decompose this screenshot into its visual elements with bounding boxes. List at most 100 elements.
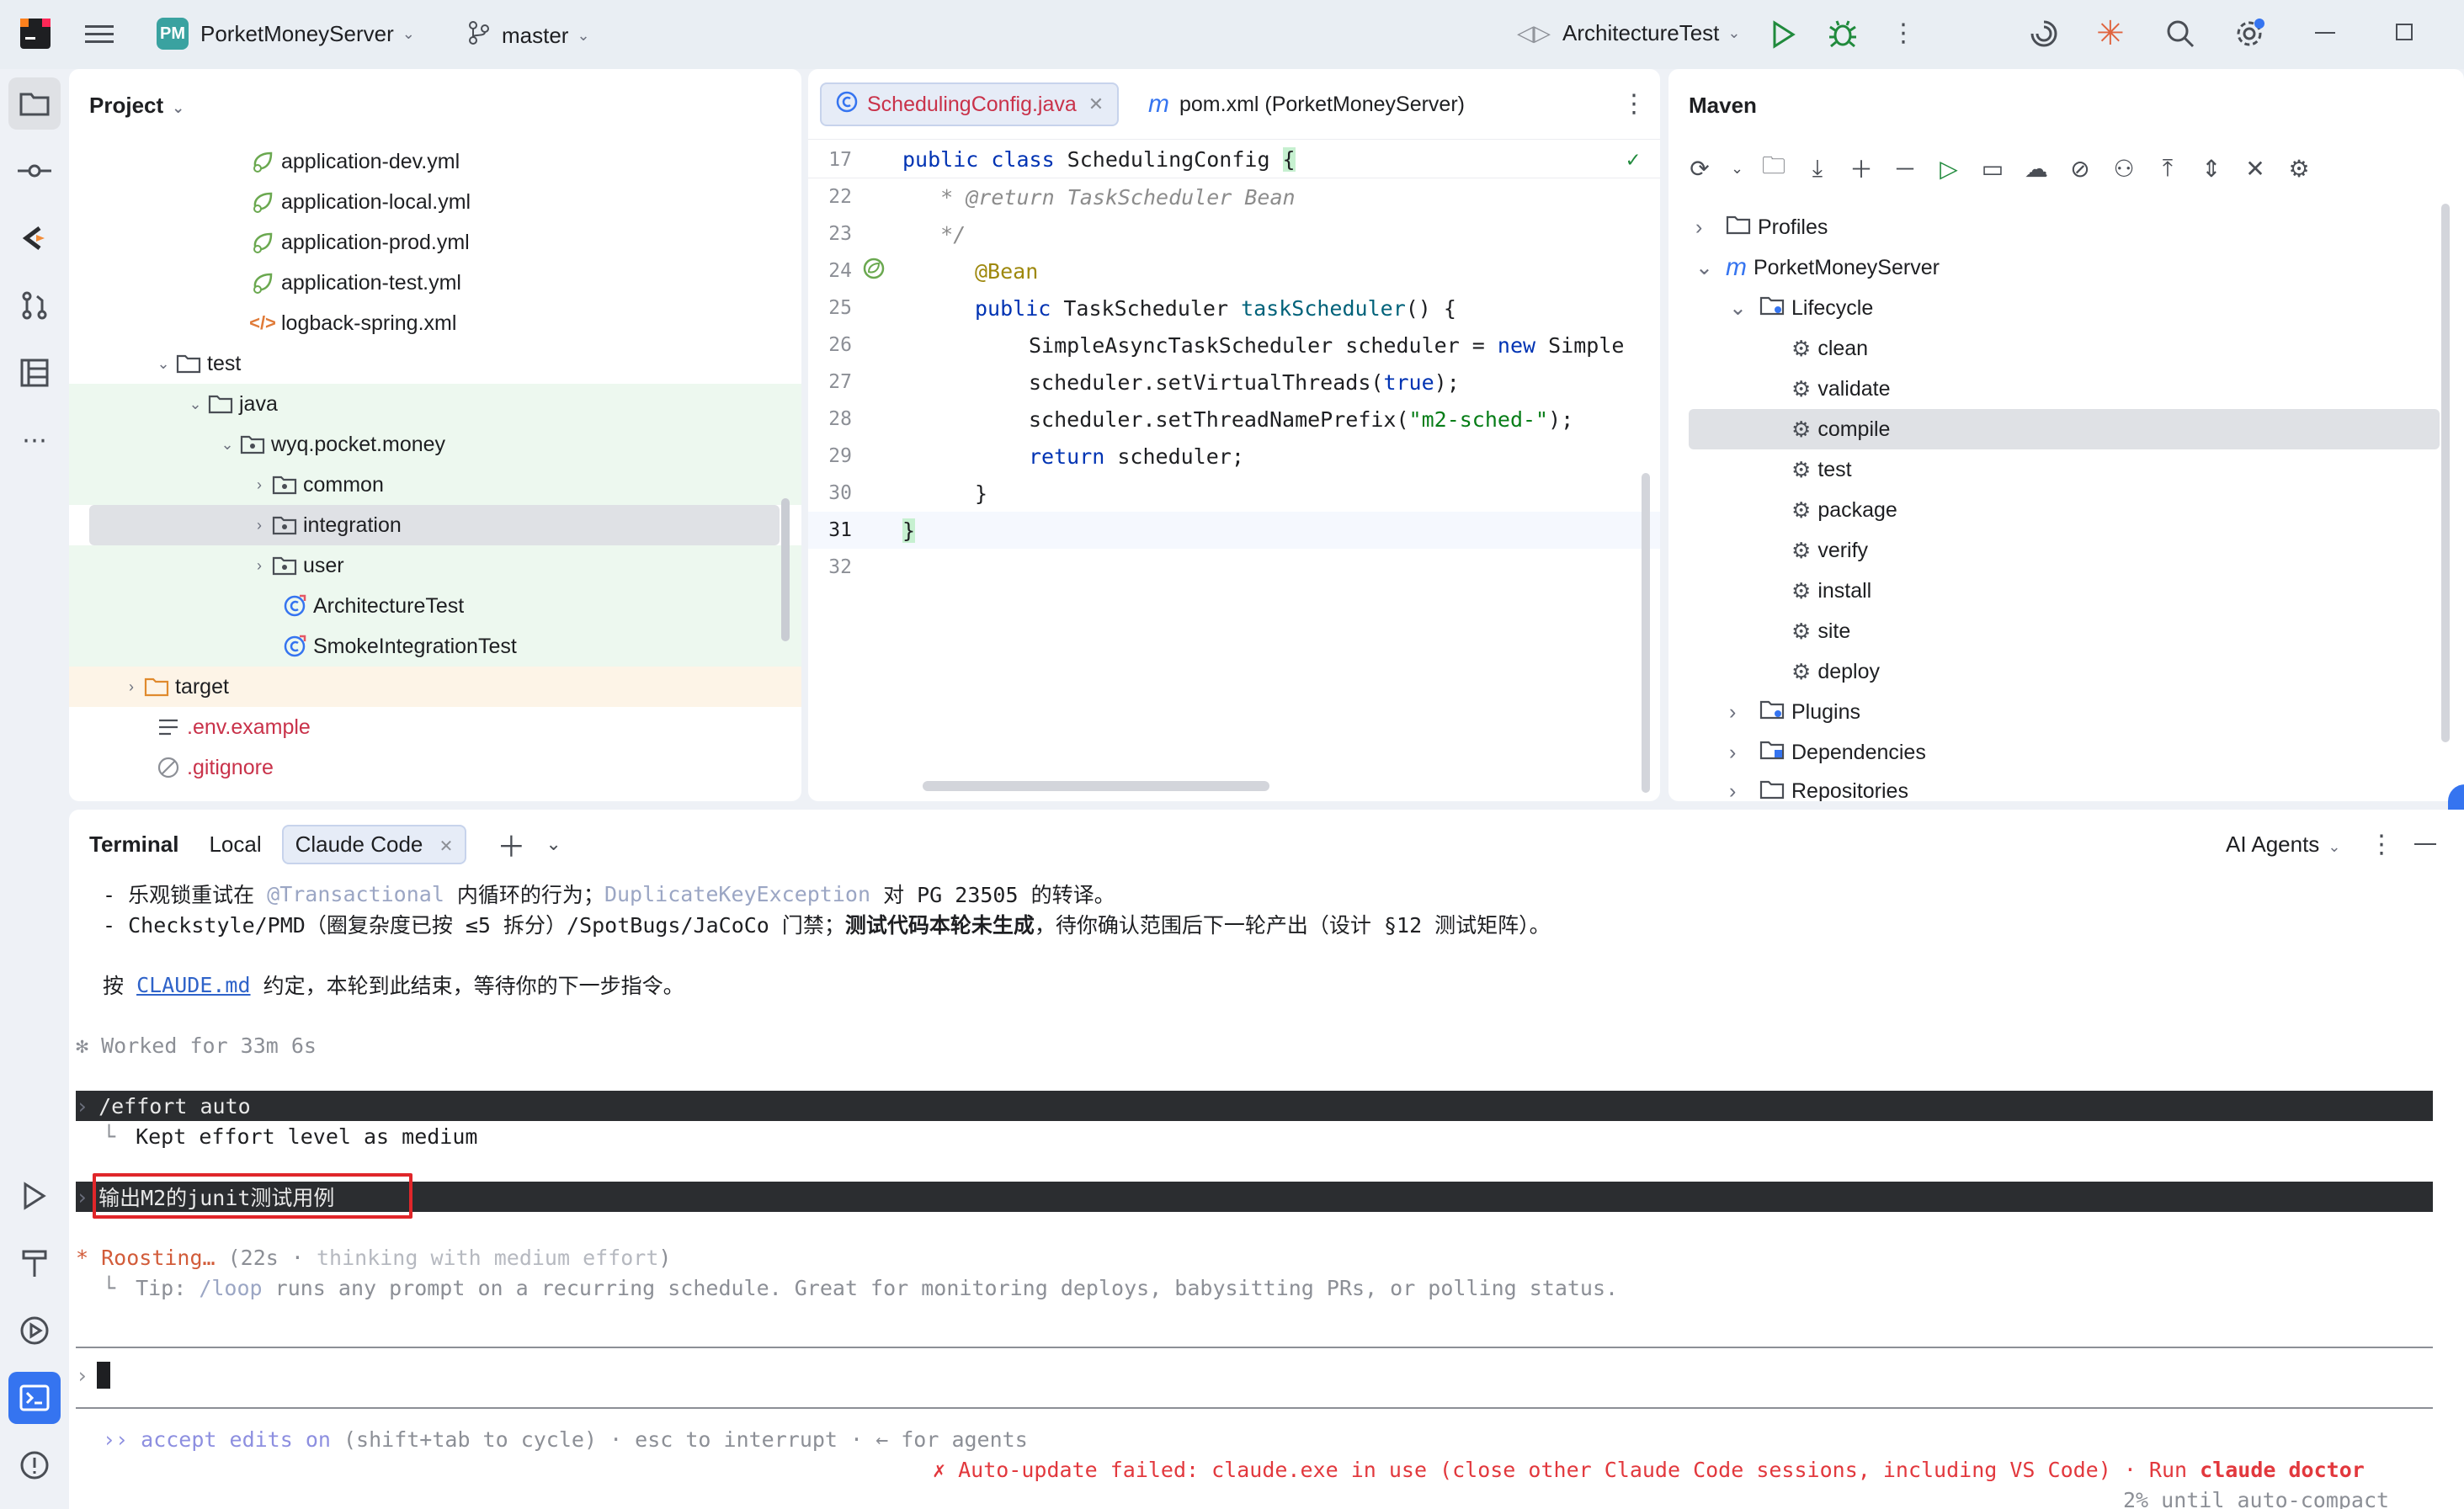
close-icon[interactable]: ✕ — [439, 837, 454, 856]
chevron-right-icon[interactable]: › — [249, 557, 269, 575]
maven-settings-icon[interactable]: ⚙ — [2286, 155, 2312, 183]
offline-mode-icon[interactable]: ☁ — [2024, 155, 2049, 183]
claude-icon[interactable]: ✳ — [2096, 17, 2125, 50]
hide-panel-icon[interactable] — [2414, 843, 2436, 845]
commit-tool-icon[interactable] — [8, 145, 61, 197]
collapse-to-top-icon[interactable]: ⤒ — [2155, 155, 2180, 183]
problems-tool-icon[interactable] — [8, 1439, 61, 1491]
maven-tree-item[interactable]: › Dependencies — [1668, 732, 2464, 773]
maven-goal-verify[interactable]: ⚙ verify — [1668, 530, 2464, 571]
maven-tree-item[interactable]: ⌄ Lifecycle — [1668, 288, 2464, 328]
editor-horizontal-scrollbar[interactable] — [923, 781, 1269, 791]
tab-claude-code[interactable]: Claude Code ✕ — [281, 824, 467, 864]
prompt-input[interactable]: › — [76, 1360, 111, 1390]
maven-goal-site[interactable]: ⚙ site — [1668, 611, 2464, 651]
project-tool-icon[interactable] — [8, 77, 61, 130]
maven-goal-package[interactable]: ⚙ package — [1668, 490, 2464, 530]
chevron-down-icon[interactable]: ⌄ — [1731, 160, 1743, 178]
tab-scheduling-config[interactable]: SchedulingConfig.java ✕ — [820, 82, 1120, 126]
skip-tests-icon[interactable]: ⊘ — [2068, 155, 2093, 183]
maven-goal-test[interactable]: ⚙ test — [1668, 449, 2464, 490]
main-menu-button[interactable] — [81, 19, 118, 50]
debug-button[interactable] — [1828, 19, 1857, 53]
more-actions-icon[interactable]: ⋮ — [1891, 19, 1916, 48]
claude-md-link[interactable]: CLAUDE.md — [136, 973, 250, 997]
chevron-right-icon[interactable]: › — [1729, 741, 1751, 765]
tab-pom-xml[interactable]: m pom.xml (PorketMoneyServer) — [1135, 82, 1478, 126]
spring-bean-icon[interactable] — [862, 257, 886, 285]
expand-all-icon[interactable]: ⇕ — [2199, 155, 2224, 183]
chevron-right-icon[interactable]: › — [249, 517, 269, 534]
run-tool-icon[interactable] — [8, 1170, 61, 1222]
tree-item[interactable]: ArchitectureTest — [69, 586, 801, 626]
project-switcher[interactable]: PM PorketMoneyServer ⌄ — [157, 18, 415, 50]
chevron-right-icon[interactable]: › — [1729, 700, 1751, 725]
maven-goal-compile[interactable]: ⚙ compile — [1689, 409, 2440, 449]
tree-item[interactable]: .gitignore — [69, 747, 801, 788]
chevron-down-icon[interactable]: ⌄ — [1729, 295, 1751, 321]
tree-item[interactable]: › user — [69, 545, 801, 586]
maven-tree-item[interactable]: › Repositories — [1668, 773, 2464, 801]
tree-item[interactable]: </> logback-spring.xml — [69, 303, 801, 343]
maven-goal-clean[interactable]: ⚙ clean — [1668, 328, 2464, 369]
chevron-down-icon[interactable]: ⌄ — [217, 436, 237, 454]
terminal-tool-icon[interactable] — [8, 1372, 61, 1424]
download-icon[interactable]: ⤓ — [1805, 155, 1830, 183]
maven-scrollbar[interactable] — [2441, 204, 2450, 742]
settings-icon[interactable] — [2233, 17, 2266, 55]
editor-vertical-scrollbar[interactable] — [1642, 473, 1650, 793]
run-config-selector[interactable]: ◁▷ ArchitectureTest ⌄ — [1517, 20, 1741, 46]
app-logo-icon[interactable] — [20, 19, 51, 49]
tab-local[interactable]: Local — [209, 832, 261, 858]
run-maven-icon[interactable]: ▷ — [1936, 155, 1961, 183]
pull-requests-icon[interactable] — [8, 279, 61, 332]
maven-tree-item[interactable]: › Profiles — [1668, 207, 2464, 247]
chevron-right-icon[interactable]: › — [249, 476, 269, 494]
ai-agents-dropdown[interactable]: AI Agents ⌄ — [2226, 832, 2340, 858]
tree-item[interactable]: ⌄ java — [69, 384, 801, 424]
maven-tree-item[interactable]: › Plugins — [1668, 692, 2464, 732]
search-icon[interactable] — [2165, 19, 2195, 53]
tree-item[interactable]: .env.example — [69, 707, 801, 747]
tree-item[interactable]: application-dev.yml — [69, 141, 801, 182]
minimize-window-button[interactable] — [2315, 32, 2335, 34]
close-icon[interactable]: ✕ — [1088, 93, 1104, 115]
tree-item[interactable]: ⌄ wyq.pocket.money — [69, 424, 801, 465]
build-tool-icon[interactable] — [8, 1237, 61, 1289]
collapse-all-icon[interactable]: ✕ — [2243, 155, 2268, 183]
chevron-right-icon[interactable]: › — [121, 678, 141, 696]
tree-item[interactable]: › integration — [89, 505, 780, 545]
chevron-down-icon[interactable]: ⌄ — [545, 833, 561, 855]
execute-goal-icon[interactable]: ▭ — [1980, 155, 2005, 183]
chevron-down-icon[interactable]: ⌄ — [153, 355, 173, 373]
remove-icon[interactable]: － — [1892, 151, 1918, 185]
ai-assistant-icon[interactable] — [2029, 19, 2059, 53]
add-icon[interactable]: ＋ — [1849, 151, 1874, 185]
tree-item[interactable]: SmokeIntegrationTest — [69, 626, 801, 667]
new-tab-icon[interactable]: ＋ — [497, 824, 525, 865]
claude-tool-icon[interactable] — [8, 212, 61, 264]
editor-more-icon[interactable]: ⋮ — [1621, 89, 1647, 119]
branch-switcher[interactable]: master ⌄ — [468, 20, 590, 51]
services-tool-icon[interactable] — [8, 1304, 61, 1357]
terminal-more-icon[interactable]: ⋮ — [2369, 830, 2394, 859]
tree-item[interactable]: application-local.yml — [69, 182, 801, 222]
tree-item[interactable]: application-test.yml — [69, 263, 801, 303]
chevron-down-icon[interactable]: ⌄ — [1695, 255, 1717, 280]
maven-tree-item[interactable]: ⌄ m PorketMoneyServer — [1668, 247, 2464, 288]
tree-item[interactable]: › common — [69, 465, 801, 505]
structure-tool-icon[interactable] — [8, 347, 61, 399]
more-tools-icon[interactable]: ⋯ — [8, 414, 61, 466]
chevron-right-icon[interactable]: › — [1729, 779, 1751, 801]
tree-item[interactable]: application-prod.yml — [69, 222, 801, 263]
show-dependencies-icon[interactable]: ⚇ — [2111, 155, 2137, 183]
tree-item[interactable]: › target — [69, 667, 801, 707]
maven-goal-deploy[interactable]: ⚙ deploy — [1668, 651, 2464, 692]
reload-icon[interactable]: ⟳ — [1687, 155, 1712, 183]
project-panel-title[interactable]: Project ⌄ — [89, 93, 184, 119]
chevron-down-icon[interactable]: ⌄ — [185, 396, 205, 413]
run-button[interactable] — [1771, 20, 1796, 53]
maven-goal-validate[interactable]: ⚙ validate — [1668, 369, 2464, 409]
tree-item[interactable]: ⌄ test — [69, 343, 801, 384]
maven-goal-install[interactable]: ⚙ install — [1668, 571, 2464, 611]
